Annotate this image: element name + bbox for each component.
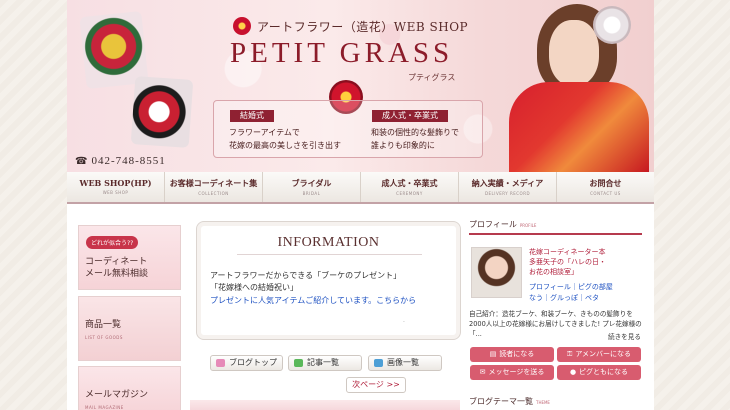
kimono-model-image — [497, 0, 654, 172]
consult-badge: どれが似合う?? — [86, 236, 139, 249]
become-reader-label: 読者になる — [499, 350, 535, 358]
nav-bridal[interactable]: ブライダル BRIDAL — [263, 172, 361, 202]
profile-heading-text: プロフィール — [469, 220, 517, 229]
phone-number[interactable]: ☎ 042-748-8551 — [75, 155, 166, 167]
nav-contact[interactable]: お問合せ CONTACT US — [557, 172, 654, 202]
coordinate-consult-banner[interactable]: どれが似合う?? コーディネート メール無料相談 — [78, 225, 181, 290]
information-line-1: アートフラワーだからできる「ブーケのプレゼント」 — [210, 271, 402, 280]
blog-theme-heading-sub: THEME — [536, 400, 550, 405]
profile-heading: プロフィール PROFILE — [469, 219, 642, 235]
brand-kana: プティグラス — [408, 73, 456, 82]
information-title: INFORMATION — [277, 235, 380, 250]
pig-icon: ● — [569, 368, 577, 376]
mail-sub: MAIL MAGAZINE — [85, 405, 124, 410]
blog-theme-heading-text: ブログテーマ一覧 — [469, 397, 533, 406]
left-background — [0, 0, 67, 410]
model-kimono — [509, 82, 649, 172]
logo-flower-icon — [233, 17, 251, 35]
nav-label: 納入実績・メディア — [471, 178, 544, 188]
profile-name[interactable]: 花嫁コーディネーター本 多亜矢子の「ハレの日・ お花の相談室」 — [529, 247, 606, 277]
promo-ceremony-line-2: 誰よりも印象的に — [371, 141, 435, 150]
nav-label: お問合せ — [589, 178, 622, 188]
nav-delivery[interactable]: 納入実績・メディア DELIVERY RECORD — [459, 172, 557, 202]
consult-title: コーディネート メール無料相談 — [85, 256, 148, 280]
phone-text: 042-748-8551 — [91, 155, 166, 167]
promo-ceremony-tag[interactable]: 成人式・卒業式 — [372, 110, 448, 122]
become-reader-button[interactable]: ▤ 読者になる — [470, 347, 554, 362]
nav-label: ブライダル — [291, 178, 332, 188]
image-list-button[interactable]: 画像一覧 — [368, 355, 442, 371]
become-member-label: アメンバーになる — [575, 350, 631, 358]
profile-links-line-1[interactable]: プロフィール｜ピグの部屋 — [529, 282, 644, 293]
profile-heading-sub: PROFILE — [519, 223, 537, 228]
profile-links[interactable]: プロフィール｜ピグの部屋 なう｜グルっぽ｜ペタ — [529, 282, 644, 304]
page-container: アートフラワー（造花）WEB SHOP PETIT GRASS プティグラス 結… — [67, 0, 654, 410]
information-divider — [237, 254, 422, 255]
blog-top-label: ブログトップ — [229, 358, 277, 367]
nav-collection[interactable]: お客様コーディネート集 COLLECTION — [165, 172, 263, 202]
promo-ceremony-line-1: 和装の個性的な髪飾りで — [371, 128, 459, 137]
profile-name-line-3: お花の相談室」 — [529, 268, 578, 276]
hair-flower-ornament — [593, 6, 631, 44]
profile-name-line-1: 花嫁コーディネーター本 — [529, 248, 606, 256]
promo-ceremony-text[interactable]: 和装の個性的な髪飾りで 誰よりも印象的に — [371, 126, 459, 152]
pig-friend-button[interactable]: ● ピグともになる — [557, 365, 641, 380]
products-title: 商品一覧 — [85, 320, 122, 330]
nav-sub: BRIDAL — [302, 191, 321, 196]
mail-icon: ✉ — [479, 368, 486, 376]
consult-line-1: コーディネート — [85, 257, 148, 267]
next-page-button[interactable]: 次ページ >> — [346, 377, 406, 393]
shop-label: アートフラワー（造花）WEB SHOP — [257, 20, 469, 34]
fan-bouquet-photo — [130, 76, 194, 148]
promo-wedding-tag[interactable]: 結婚式 — [230, 110, 274, 122]
promo-wedding-text[interactable]: フラワーアイテムで 花嫁の最高の美しさを引き出す — [229, 126, 341, 152]
global-nav: WEB SHOP(HP) WEB SHOP お客様コーディネート集 COLLEC… — [67, 172, 654, 204]
key-icon: ⚿ — [567, 350, 573, 358]
nav-sub: CEREMONY — [396, 191, 423, 196]
products-sub: LIST OF GOODS — [85, 335, 123, 340]
mail-title: メールマガジン — [85, 390, 149, 400]
image-icon — [374, 359, 383, 367]
nav-label: 成人式・卒業式 — [381, 178, 438, 188]
consult-line-2: メール無料相談 — [85, 269, 149, 279]
nav-webshop[interactable]: WEB SHOP(HP) WEB SHOP — [67, 172, 165, 202]
nav-sub: DELIVERY RECORD — [484, 191, 531, 196]
list-icon — [294, 359, 303, 367]
article-list-label: 記事一覧 — [307, 358, 339, 367]
phone-icon: ☎ — [75, 156, 89, 167]
pig-friend-label: ピグともになる — [579, 368, 629, 376]
blog-theme-heading: ブログテーマ一覧 THEME — [469, 396, 642, 410]
information-link[interactable]: プレゼントに人気アイテムご紹介しています。こちらから — [210, 295, 416, 306]
next-article-strip — [190, 400, 460, 410]
send-message-button[interactable]: ✉ メッセージを送る — [470, 365, 554, 380]
brand-logo[interactable]: PETIT GRASS — [230, 37, 453, 70]
mail-magazine-banner[interactable]: メールマガジン MAIL MAGAZINE — [78, 366, 181, 410]
information-dot: . — [403, 317, 405, 324]
profile-name-line-2: 多亜矢子の「ハレの日・ — [529, 258, 606, 266]
nav-label: お客様コーディネート集 — [169, 178, 258, 188]
promo-wedding-line-1: フラワーアイテムで — [229, 128, 300, 137]
right-background — [654, 0, 730, 410]
profile-links-line-2[interactable]: なう｜グルっぽ｜ペタ — [529, 293, 644, 304]
blog-top-button[interactable]: ブログトップ — [210, 355, 283, 371]
promo-wedding-line-2: 花嫁の最高の美しさを引き出す — [229, 141, 341, 150]
read-more-link[interactable]: 続きを見る — [608, 331, 641, 341]
nav-sub: WEB SHOP — [102, 190, 129, 195]
nav-sub: CONTACT US — [590, 191, 621, 196]
article-list-button[interactable]: 記事一覧 — [288, 355, 362, 371]
products-banner[interactable]: 商品一覧 LIST OF GOODS — [78, 296, 181, 361]
model-face — [549, 20, 599, 86]
site-header: アートフラワー（造花）WEB SHOP PETIT GRASS プティグラス 結… — [67, 0, 654, 172]
nav-sub: COLLECTION — [198, 191, 229, 196]
image-list-label: 画像一覧 — [387, 358, 419, 367]
home-icon — [216, 359, 225, 367]
profile-avatar[interactable] — [471, 247, 522, 298]
become-member-button[interactable]: ⚿ アメンバーになる — [557, 347, 641, 362]
book-icon: ▤ — [489, 350, 497, 358]
send-message-label: メッセージを送る — [488, 368, 545, 376]
information-line-2: 「花嫁様への結婚祝い」 — [210, 283, 298, 292]
information-box: INFORMATION アートフラワーだからできる「ブーケのプレゼント」 「花嫁… — [196, 221, 461, 340]
nav-ceremony[interactable]: 成人式・卒業式 CEREMONY — [361, 172, 459, 202]
nav-label: WEB SHOP(HP) — [79, 178, 152, 188]
